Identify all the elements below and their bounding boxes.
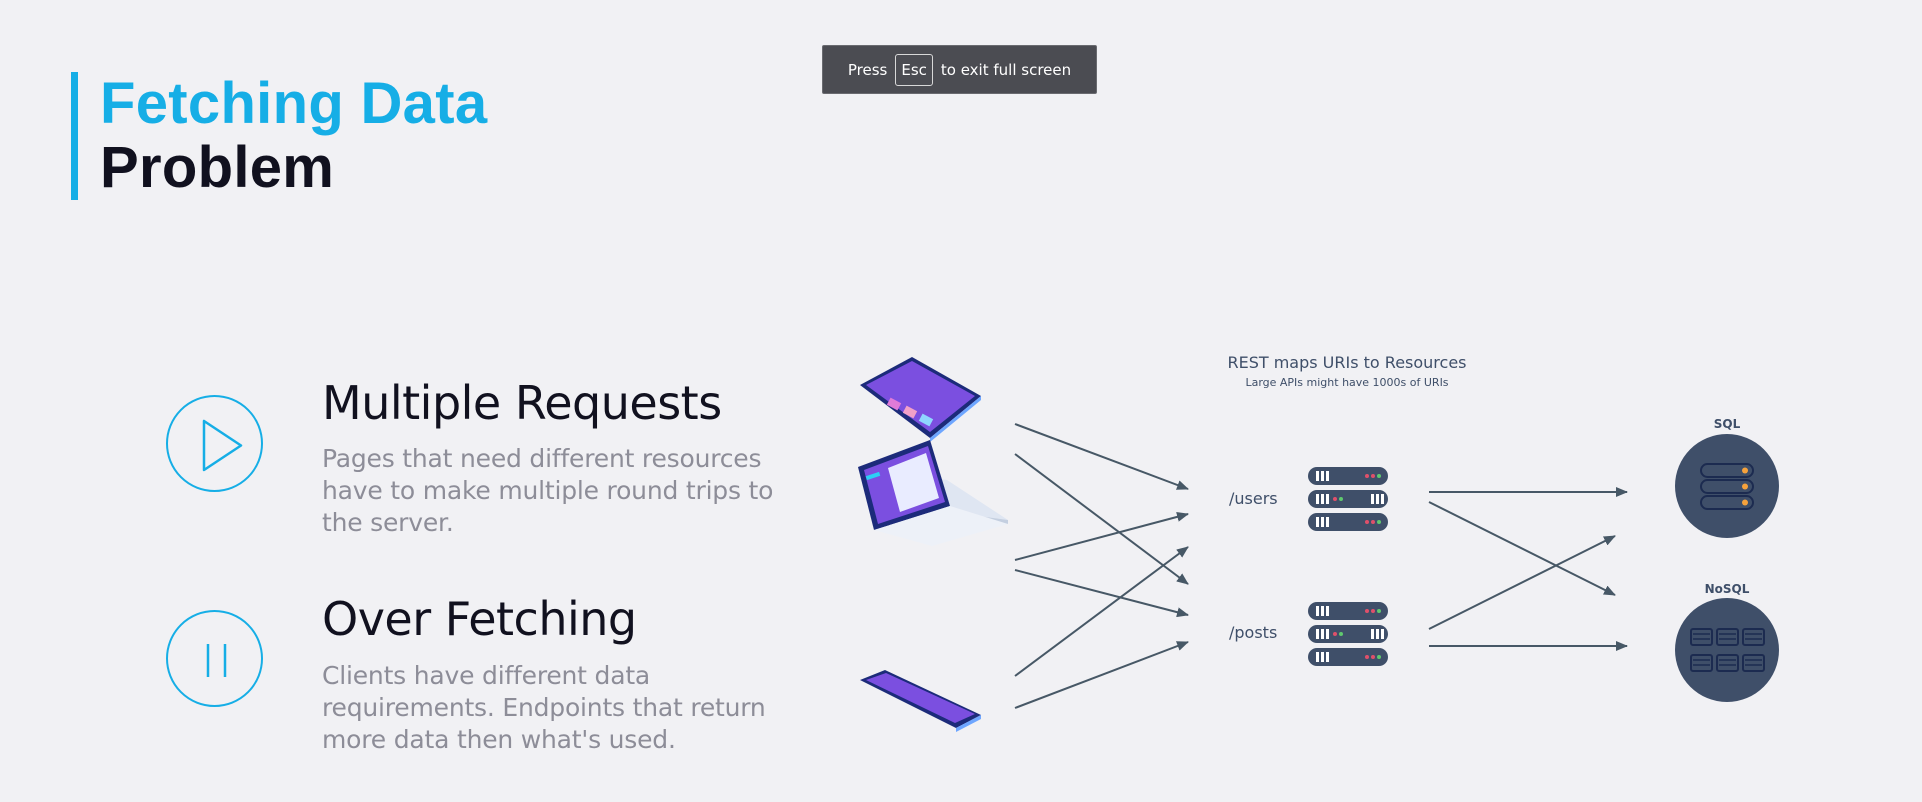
toast-prefix: Press	[847, 60, 888, 79]
over-fetching-description: Clients have different data requirements…	[322, 660, 782, 756]
desc-line: Pages that need different resources	[322, 444, 762, 473]
arrow	[1014, 453, 1189, 585]
rest-diagram: REST maps URIs to Resources Large APIs m…	[858, 353, 1779, 732]
route-users: /users	[1229, 489, 1278, 508]
client-arrows	[1014, 423, 1189, 709]
desc-line: more data then what's used.	[322, 725, 676, 754]
diagram-subcaption: Large APIs might have 1000s of URIs	[1245, 376, 1448, 389]
fullscreen-toast: Press Esc to exit full screen	[822, 45, 1097, 94]
arrow	[1014, 641, 1189, 709]
server-icon	[1308, 467, 1388, 531]
server-icon	[1308, 602, 1388, 666]
desc-line: the server.	[322, 508, 454, 537]
play-icon	[166, 395, 263, 492]
over-fetching-heading: Over Fetching	[322, 592, 637, 646]
tablet-icon	[860, 357, 981, 442]
nosql-database-icon	[1675, 598, 1779, 702]
diagram-caption: REST maps URIs to Resources	[1227, 353, 1466, 372]
arrow	[1014, 423, 1189, 490]
title-accent: Fetching Data	[100, 71, 488, 136]
esc-key-badge[interactable]: Esc	[895, 53, 933, 86]
desc-line: Clients have different data	[322, 661, 651, 690]
multiple-requests-heading: Multiple Requests	[322, 376, 722, 430]
arrow	[1428, 535, 1616, 630]
toast-suffix: to exit full screen	[940, 60, 1072, 79]
arrow	[1014, 546, 1189, 677]
sql-database-icon	[1675, 434, 1779, 538]
phone-icon	[860, 670, 981, 732]
arrow	[1014, 511, 1189, 561]
desc-line: have to make multiple round trips to	[322, 476, 774, 505]
pause-icon	[166, 610, 263, 707]
arrow	[1014, 569, 1189, 618]
slide-title: Fetching Data Problem	[71, 72, 487, 200]
nosql-label: NoSQL	[1705, 582, 1750, 596]
title-main: Problem	[100, 135, 335, 200]
desc-line: requirements. Endpoints that return	[322, 693, 766, 722]
route-posts: /posts	[1229, 623, 1277, 642]
multiple-requests-description: Pages that need different resources have…	[322, 443, 782, 539]
laptop-icon	[858, 440, 1008, 546]
arrow	[1428, 501, 1616, 596]
sql-label: SQL	[1714, 417, 1741, 431]
db-arrows	[1428, 487, 1628, 651]
